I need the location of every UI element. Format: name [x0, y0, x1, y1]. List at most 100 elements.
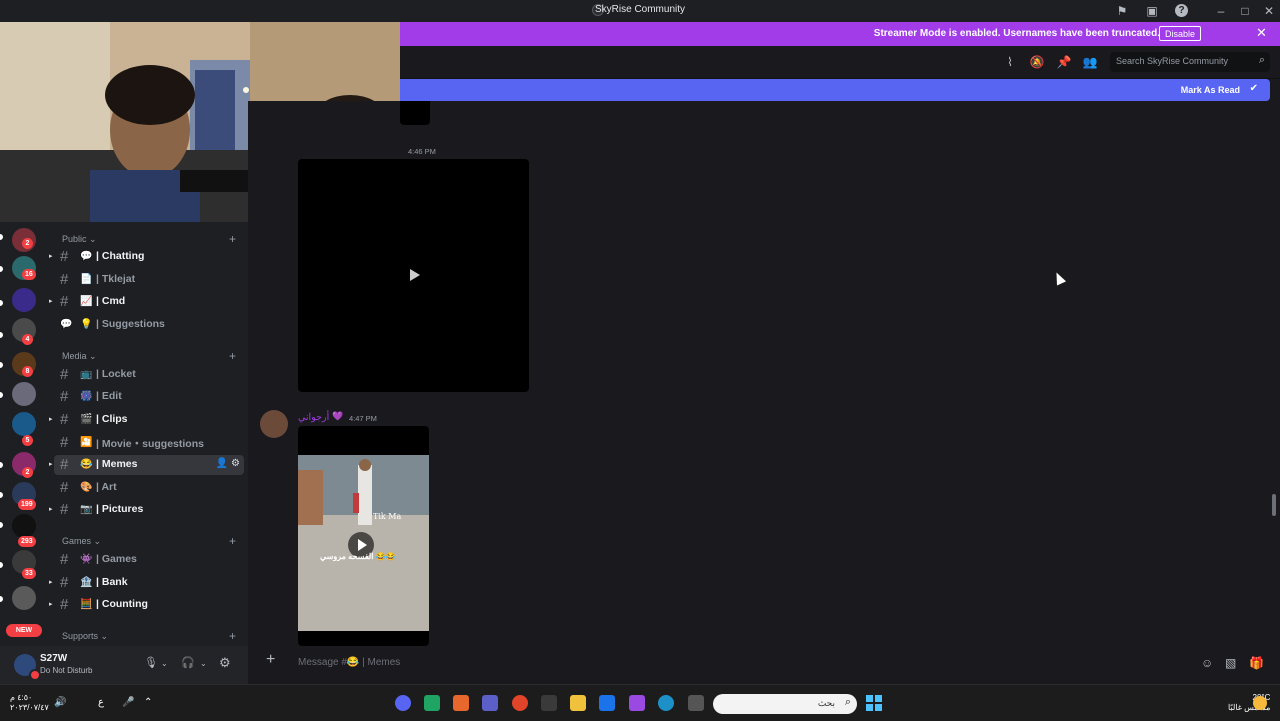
unread-indicator	[0, 392, 3, 398]
close-button[interactable]: ✕	[1261, 3, 1277, 19]
add-channel-icon[interactable]: +	[229, 349, 236, 363]
channel-suggestions[interactable]: 💬 💡 | Suggestions	[54, 315, 244, 335]
video-embed[interactable]: Tik Ma الفسحه مروسي 😂😂	[298, 426, 429, 646]
message-author[interactable]: أرجواني	[298, 412, 329, 423]
channel-edit[interactable]: # 🎆 | Edit	[54, 387, 244, 407]
input-language[interactable]: ع	[98, 697, 104, 708]
category-media[interactable]: Media ⌄ +	[62, 349, 236, 363]
category-games[interactable]: Games ⌄ +	[62, 534, 236, 548]
clock[interactable]: ٤:٥٠ م ٢٠٢٣/٠٧/٤٧	[10, 693, 49, 713]
channel-name: | Clips	[96, 413, 128, 425]
tray-overflow-icon[interactable]: ⌃	[144, 697, 152, 708]
message-timestamp: 4:46 PM	[408, 147, 436, 156]
message-list[interactable]: 4:46 PM أرجواني 💜 4:47 PM Tik Ma الفسحه …	[248, 101, 1280, 646]
chat-scrollbar[interactable]	[1272, 494, 1276, 516]
channel-chatting[interactable]: ▸ # 💬 | Chatting	[49, 247, 244, 267]
text-channel-icon: #	[60, 479, 69, 496]
channel-art[interactable]: # 🎨 | Art	[54, 478, 244, 498]
text-channel-icon: #	[60, 388, 69, 405]
server-search-input[interactable]: Search SkyRise Community ⌕	[1110, 52, 1270, 72]
channel-emoji: 🏦	[80, 577, 93, 588]
sticker-icon[interactable]: ▧	[1225, 656, 1236, 670]
title-bar: SkyRise Community ⚑ ▣ ? – □ ✕	[0, 0, 1280, 22]
server-icon[interactable]	[12, 288, 36, 312]
disable-streamer-button[interactable]: Disable	[1159, 26, 1201, 41]
headphones-icon[interactable]: 🎧	[181, 656, 195, 669]
inbox-icon[interactable]: ▣	[1144, 3, 1160, 19]
members-icon[interactable]: 👥	[1082, 54, 1098, 70]
avatar[interactable]	[260, 410, 288, 438]
chrome-taskbar-icon[interactable]	[512, 695, 528, 711]
audio-options-chevron-icon[interactable]: ⌄	[200, 659, 207, 668]
channel-locket[interactable]: # 📺 | Locket	[54, 365, 244, 385]
server-rail: 2 16 4 8 5 2 199 293 33	[0, 222, 48, 684]
server-icon[interactable]	[12, 382, 36, 406]
mic-options-chevron-icon[interactable]: ⌄	[161, 659, 168, 668]
microphone-tray-icon[interactable]: 🎤	[122, 697, 134, 708]
add-channel-icon[interactable]: +	[229, 534, 236, 548]
user-status: Do Not Disturb	[40, 666, 93, 675]
channel-name: | Edit	[96, 390, 122, 402]
help-icon[interactable]: ?	[1175, 4, 1188, 17]
server-icon[interactable]	[12, 586, 36, 610]
teams-taskbar-icon[interactable]	[482, 695, 498, 711]
minimize-button[interactable]: –	[1213, 3, 1229, 19]
microphone-icon[interactable]: 🎙	[144, 656, 158, 669]
channel-memes[interactable]: ▸ # 😂 | Memes 👤 ⚙	[49, 455, 244, 475]
channel-movie-suggestions[interactable]: # 🎦 | Movie・suggestions	[54, 433, 244, 453]
maximize-button[interactable]: □	[1237, 3, 1253, 19]
new-messages-bar[interactable]: Mark As Read ✔	[400, 79, 1270, 101]
channel-actions[interactable]: 👤 ⚙	[216, 458, 240, 469]
message-input[interactable]: Message #😂 | Memes	[298, 657, 400, 668]
video-embed[interactable]	[298, 159, 529, 392]
channel-games[interactable]: # 👾 | Games	[54, 550, 244, 570]
file-explorer-taskbar-icon[interactable]	[570, 695, 586, 711]
server-icon[interactable]	[12, 412, 36, 436]
taskbar-app-icon[interactable]	[424, 695, 440, 711]
previous-media-embed[interactable]	[400, 101, 430, 125]
category-supports[interactable]: Supports ⌄ +	[62, 629, 236, 643]
threads-icon[interactable]: ⌇	[1002, 54, 1018, 70]
server-icon[interactable]	[12, 514, 36, 538]
channel-tklejat[interactable]: # 📄 | Tklejat	[54, 270, 244, 290]
channel-pictures[interactable]: ▸ # 📷 | Pictures	[49, 500, 244, 520]
store-taskbar-icon[interactable]	[541, 695, 557, 711]
category-public[interactable]: Public ⌄ +	[62, 232, 236, 246]
channel-name: | Locket	[96, 368, 136, 380]
channel-emoji: 📷	[80, 504, 93, 515]
outlook-taskbar-icon[interactable]	[599, 695, 615, 711]
search-icon: ⌕	[1258, 54, 1265, 66]
user-settings-gear-icon[interactable]: ⚙	[219, 655, 231, 671]
channel-cmd[interactable]: ▸ # 📈 | Cmd	[49, 292, 244, 312]
gift-icon[interactable]: 🎁	[1249, 656, 1264, 670]
edge-taskbar-icon[interactable]	[658, 695, 674, 711]
task-view-taskbar-icon[interactable]	[688, 695, 704, 711]
username[interactable]: S27W	[40, 653, 67, 664]
speaker-icon[interactable]: 🔊	[54, 697, 66, 708]
discord-taskbar-icon[interactable]	[395, 695, 411, 711]
channel-counting[interactable]: ▸ # 🧮 | Counting	[49, 595, 244, 615]
category-label: Supports	[62, 631, 99, 641]
unread-pip: ▸	[49, 579, 53, 586]
taskbar-app-icon[interactable]	[453, 695, 469, 711]
server-badge: 5	[22, 435, 33, 446]
channel-emoji: 👾	[80, 554, 93, 565]
gift-emoji-icon[interactable]: ☺	[1201, 656, 1213, 670]
invite-icon[interactable]: 👤	[216, 458, 228, 469]
start-button[interactable]	[866, 695, 882, 711]
close-banner-icon[interactable]: ✕	[1256, 26, 1270, 40]
taskbar-search[interactable]: بحث ⌕	[713, 694, 857, 714]
add-channel-icon[interactable]: +	[229, 232, 236, 246]
mark-as-read-label[interactable]: Mark As Read	[1181, 85, 1240, 95]
pin-icon[interactable]: 📌	[1056, 54, 1072, 70]
add-channel-icon[interactable]: +	[229, 629, 236, 643]
attach-plus-icon[interactable]: +	[266, 651, 275, 669]
channel-clips[interactable]: ▸ # 🎬 | Clips	[49, 410, 244, 430]
play-icon[interactable]	[410, 269, 420, 281]
copilot-taskbar-icon[interactable]	[629, 695, 645, 711]
mute-bell-icon[interactable]: 🔕	[1029, 54, 1045, 70]
channel-bank[interactable]: ▸ # 🏦 | Bank	[49, 573, 244, 593]
inbox-flag-icon[interactable]: ⚑	[1114, 3, 1130, 19]
new-unreads-pill[interactable]: NEW	[6, 624, 42, 637]
channel-settings-gear-icon[interactable]: ⚙	[231, 458, 240, 469]
